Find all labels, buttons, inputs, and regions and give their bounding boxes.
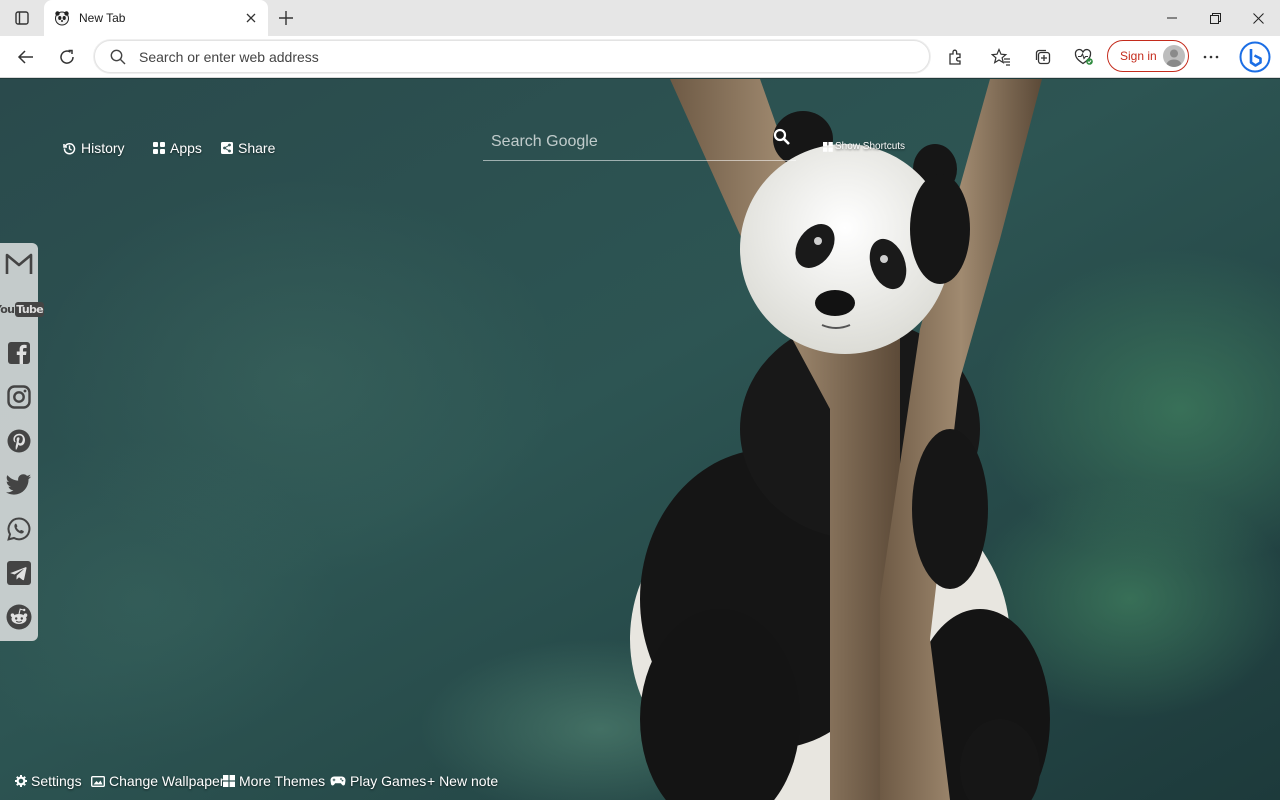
sign-in-button[interactable]: Sign in <box>1107 40 1189 72</box>
browser-toolbar: Sign in <box>0 36 1280 78</box>
close-tab-icon[interactable] <box>242 9 260 27</box>
windows-grid-icon <box>223 775 235 787</box>
youtube-tube-text: Tube <box>15 301 44 317</box>
more-options-icon[interactable] <box>1197 43 1225 71</box>
gmail-icon[interactable] <box>5 250 33 278</box>
more-themes-label: More Themes <box>239 773 326 789</box>
profile-avatar-icon <box>1163 45 1185 67</box>
tab-new-tab[interactable]: New Tab <box>44 0 268 36</box>
gamepad-icon <box>330 776 346 786</box>
new-tab-page: History Apps Share Show Shortcuts You Tu… <box>0 79 1280 800</box>
youtube-you-text: You <box>0 302 15 316</box>
facebook-icon[interactable] <box>5 339 33 367</box>
history-icon <box>63 142 76 154</box>
show-shortcuts-button[interactable]: Show Shortcuts <box>823 141 905 152</box>
youtube-icon[interactable]: You Tube <box>0 295 44 323</box>
google-search-input[interactable] <box>491 130 761 154</box>
pinterest-icon[interactable] <box>5 427 33 455</box>
new-note-link[interactable]: + New note <box>427 773 498 789</box>
panda-wallpaper <box>0 79 1280 800</box>
apps-grid-icon <box>153 142 165 154</box>
extensions-puzzle-icon[interactable] <box>942 43 970 71</box>
apps-label: Apps <box>170 140 202 156</box>
telegram-icon[interactable] <box>5 559 33 587</box>
tab-title: New Tab <box>79 11 126 25</box>
share-icon <box>221 142 233 154</box>
history-label: History <box>81 140 125 156</box>
image-icon <box>91 775 105 787</box>
sign-in-label: Sign in <box>1120 49 1157 63</box>
reddit-icon[interactable] <box>5 603 33 631</box>
search-icon <box>110 49 126 65</box>
gear-icon <box>15 775 27 787</box>
google-search-box <box>483 124 796 161</box>
search-icon[interactable] <box>773 128 791 146</box>
bing-copilot-icon[interactable] <box>1238 40 1272 74</box>
play-games-link[interactable]: Play Games <box>330 773 426 789</box>
favorites-star-icon[interactable] <box>987 43 1015 71</box>
restore-icon[interactable] <box>1195 4 1235 32</box>
share-link[interactable]: Share <box>221 140 275 156</box>
back-arrow-icon[interactable] <box>12 43 40 71</box>
collections-icon[interactable] <box>1029 43 1057 71</box>
share-label: Share <box>238 140 276 156</box>
panda-favicon-icon <box>54 10 70 26</box>
change-wallpaper-link[interactable]: Change Wallpaper <box>91 773 224 789</box>
address-bar[interactable] <box>94 40 930 73</box>
twitter-icon[interactable] <box>5 471 33 499</box>
address-input[interactable] <box>139 47 899 67</box>
tab-strip: New Tab <box>0 0 1280 36</box>
close-window-icon[interactable] <box>1238 4 1278 32</box>
change-wallpaper-label: Change Wallpaper <box>109 773 225 789</box>
instagram-icon[interactable] <box>5 383 33 411</box>
history-link[interactable]: History <box>63 140 125 156</box>
tab-actions-icon[interactable] <box>8 6 36 30</box>
refresh-icon[interactable] <box>53 43 81 71</box>
windows-grid-icon <box>823 141 833 152</box>
whatsapp-icon[interactable] <box>5 515 33 543</box>
more-themes-link[interactable]: More Themes <box>223 773 325 789</box>
minimize-icon[interactable] <box>1152 4 1192 32</box>
play-games-label: Play Games <box>350 773 427 789</box>
show-shortcuts-label: Show Shortcuts <box>835 141 906 152</box>
new-note-label: + New note <box>427 773 499 789</box>
settings-label: Settings <box>31 773 82 789</box>
apps-link[interactable]: Apps <box>153 140 202 156</box>
new-tab-plus-icon[interactable] <box>274 6 298 30</box>
social-sidebar: You Tube <box>0 243 44 641</box>
browser-essentials-heart-icon[interactable] <box>1070 43 1098 71</box>
settings-link[interactable]: Settings <box>15 773 82 789</box>
